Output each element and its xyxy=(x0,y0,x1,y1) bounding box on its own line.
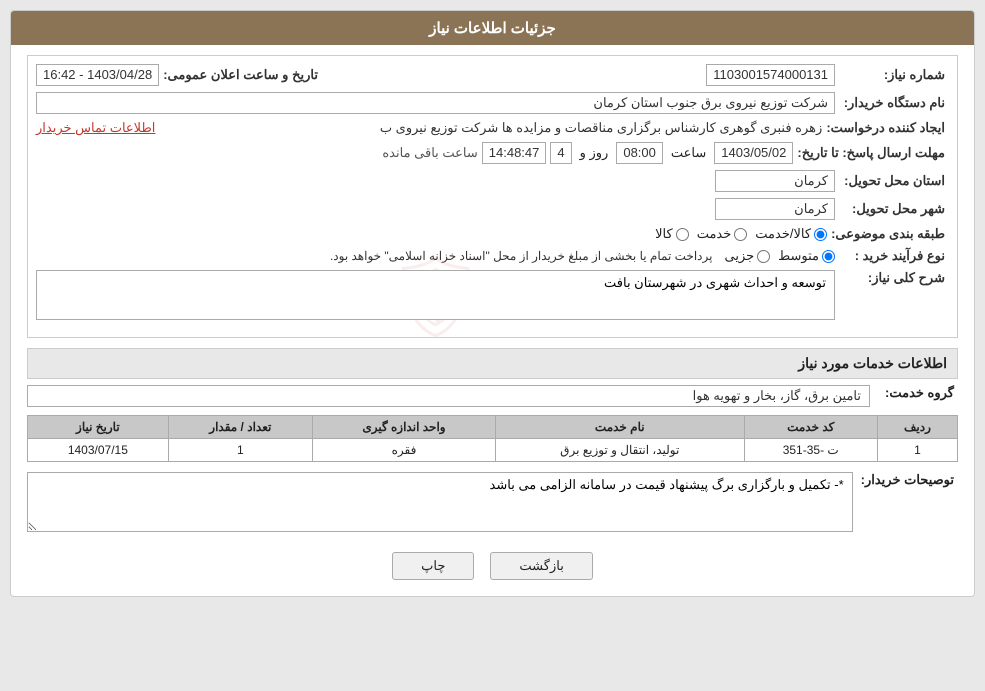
table-cell: ت -35-351 xyxy=(744,439,877,462)
mohlat-roz: 4 xyxy=(550,142,571,164)
col-qty: تعداد / مقدار xyxy=(168,416,312,439)
ostan-row: استان محل تحویل: کرمان xyxy=(36,170,949,192)
table-cell: 1 xyxy=(168,439,312,462)
shomara-niaz-label: شماره نیاز: xyxy=(839,67,949,83)
radio-kala-khedmat-label: کالا/خدمت xyxy=(755,226,811,242)
radio-jozei-label: جزیی xyxy=(724,248,754,264)
radio-kala-khedmat[interactable] xyxy=(814,228,827,241)
nam-dastgah-label: نام دستگاه خریدار: xyxy=(839,95,949,111)
ostan-value: کرمان xyxy=(715,170,835,192)
table-cell: 1 xyxy=(877,439,957,462)
buttons-row: بازگشت چاپ xyxy=(27,542,958,586)
services-table: ردیف کد خدمت نام خدمت واحد اندازه گیری ت… xyxy=(27,415,958,462)
radio-khedmat-label: خدمت xyxy=(697,226,732,242)
roz-label: روز و xyxy=(580,145,609,161)
radio-motevaset[interactable] xyxy=(822,250,835,263)
services-section-header: اطلاعات خدمات مورد نیاز xyxy=(27,348,958,379)
mohlat-label: مهلت ارسال پاسخ: تا تاریخ: xyxy=(797,145,949,161)
ostan-label: استان محل تحویل: xyxy=(839,173,949,189)
nam-dastgah-row: نام دستگاه خریدار: شرکت توزیع نیروی برق … xyxy=(36,92,949,114)
tabaqe-radio-group: کالا/خدمت خدمت کالا xyxy=(655,226,827,242)
shahr-value: کرمان xyxy=(715,198,835,220)
radio-kala-label: کالا xyxy=(655,226,673,242)
mohlat-date: 1403/05/02 xyxy=(714,142,793,164)
shahr-row: شهر محل تحویل: کرمان xyxy=(36,198,949,220)
col-radif: ردیف xyxy=(877,416,957,439)
nav-description: پرداخت تمام یا بخشی از مبلغ خریدار از مح… xyxy=(330,249,713,263)
radio-jozei-item: جزیی xyxy=(724,248,770,264)
nav-farayand-label: نوع فرآیند خرید : xyxy=(839,248,949,264)
tosiyeh-section: توصیحات خریدار: xyxy=(27,472,958,532)
col-code: کد خدمت xyxy=(744,416,877,439)
radio-kala-khedmat-item: کالا/خدمت xyxy=(755,226,827,242)
radio-kala-item: کالا xyxy=(655,226,689,242)
tabaqe-label: طبقه بندی موضوعی: xyxy=(831,226,949,242)
radio-jozei[interactable] xyxy=(757,250,770,263)
shomara-tarikh-row: شماره نیاز: 1103001574000131 تاریخ و ساع… xyxy=(36,64,949,86)
page-title: جزئیات اطلاعات نیاز xyxy=(11,11,974,45)
col-unit: واحد اندازه گیری xyxy=(312,416,495,439)
mohlat-saat: 08:00 xyxy=(616,142,663,164)
grouh-khedmat-row: گروه خدمت: تامین برق، گاز، بخار و تهویه … xyxy=(27,385,958,407)
saat-label: ساعت xyxy=(671,145,706,161)
grouh-khedmat-label: گروه خدمت: xyxy=(878,385,958,401)
back-button[interactable]: بازگشت xyxy=(490,552,592,580)
shahr-label: شهر محل تحویل: xyxy=(839,201,949,217)
grouh-khedmat-value: تامین برق، گاز، بخار و تهویه هوا xyxy=(27,385,870,407)
col-name: نام خدمت xyxy=(495,416,744,439)
table-cell: فقره xyxy=(312,439,495,462)
radio-khedmat-item: خدمت xyxy=(697,226,748,242)
table-row: 1ت -35-351تولید، انتقال و توزیع برقفقره1… xyxy=(28,439,958,462)
mohlat-row: مهلت ارسال پاسخ: تا تاریخ: 1403/05/02 سا… xyxy=(36,142,949,164)
tarikh-value: 1403/04/28 - 16:42 xyxy=(36,64,159,86)
radio-kala[interactable] xyxy=(676,228,689,241)
info-section: شماره نیاز: 1103001574000131 تاریخ و ساع… xyxy=(27,55,958,338)
nam-dastgah-value: شرکت توزیع نیروی برق جنوب استان کرمان xyxy=(36,92,835,114)
tosiyeh-label: توصیحات خریدار: xyxy=(861,472,958,488)
tabaqe-row: طبقه بندی موضوعی: کالا/خدمت خدمت کالا xyxy=(36,226,949,242)
ijad-konande-row: ایجاد کننده درخواست: زهره فنبری گوهری کا… xyxy=(36,120,949,136)
tarikh-label: تاریخ و ساعت اعلان عمومی: xyxy=(163,67,322,83)
tosiyeh-textarea[interactable] xyxy=(27,472,853,532)
contact-info-link[interactable]: اطلاعات تماس خریدار xyxy=(36,120,155,136)
remaining-label: ساعت باقی مانده xyxy=(382,145,477,161)
nav-farayand-row: نوع فرآیند خرید : متوسط جزیی پرداخت تمام… xyxy=(36,248,949,264)
table-cell: 1403/07/15 xyxy=(28,439,169,462)
ijad-konande-value: زهره فنبری گوهری کارشناس برگزاری مناقصات… xyxy=(159,120,822,136)
print-button[interactable]: چاپ xyxy=(392,552,474,580)
radio-motevaset-item: متوسط xyxy=(778,248,835,264)
ijad-konande-label: ایجاد کننده درخواست: xyxy=(826,120,949,136)
sharh-section: شرح کلی نیاز: 🛡 xyxy=(36,270,949,323)
sharh-textarea[interactable] xyxy=(36,270,835,320)
radio-motevaset-label: متوسط xyxy=(778,248,819,264)
mohlat-time: 14:48:47 xyxy=(482,142,547,164)
table-cell: تولید، انتقال و توزیع برق xyxy=(495,439,744,462)
shomara-niaz-value: 1103001574000131 xyxy=(706,64,835,86)
nav-radio-group: متوسط جزیی xyxy=(724,248,835,264)
col-date: تاریخ نیاز xyxy=(28,416,169,439)
sharh-label: شرح کلی نیاز: xyxy=(839,270,949,286)
radio-khedmat[interactable] xyxy=(734,228,747,241)
services-section: گروه خدمت: تامین برق، گاز، بخار و تهویه … xyxy=(27,385,958,462)
